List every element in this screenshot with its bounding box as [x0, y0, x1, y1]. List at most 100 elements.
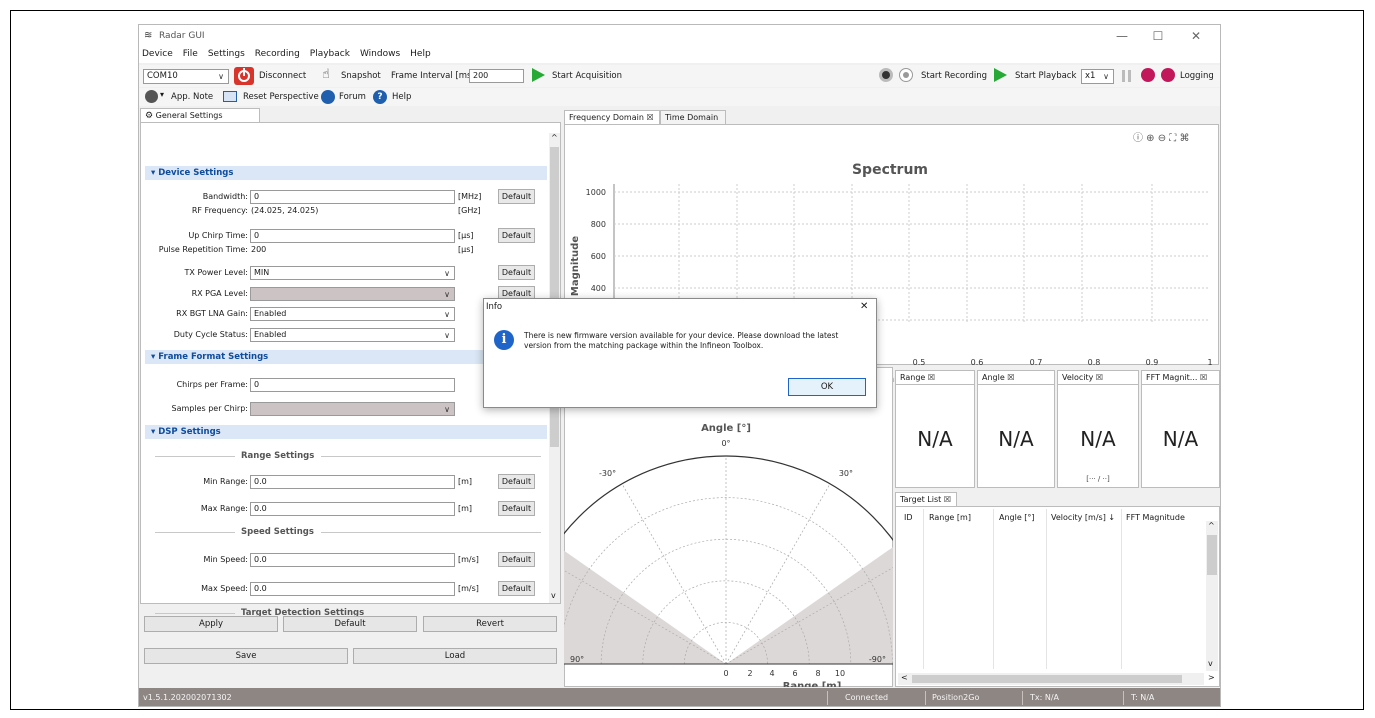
target-list-hscroll[interactable]	[898, 673, 1204, 685]
dialog-ok-button[interactable]: OK	[788, 378, 866, 396]
menu-settings[interactable]: Settings	[208, 49, 245, 59]
default-button[interactable]: Default	[283, 616, 417, 632]
forum-button[interactable]: Forum	[339, 92, 366, 102]
target-list-thumb[interactable]	[1207, 535, 1217, 575]
col-range[interactable]: Range [m]	[929, 513, 971, 522]
up-chirp-default-button[interactable]: Default	[498, 228, 535, 243]
start-recording-button[interactable]: Start Recording	[921, 71, 987, 81]
menu-windows[interactable]: Windows	[360, 49, 400, 59]
minimize-button[interactable]: —	[1107, 29, 1137, 43]
tab-velocity-card[interactable]: Velocity ☒	[1057, 370, 1139, 384]
tab-angle-card[interactable]: Angle ☒	[977, 370, 1055, 384]
min-range-label: Min Range:	[203, 477, 248, 486]
duty-cycle-select[interactable]: Enabled	[250, 328, 455, 342]
menu-playback[interactable]: Playback	[310, 49, 350, 59]
duty-cycle-value: Enabled	[254, 330, 287, 339]
reset-perspective-button[interactable]: Reset Perspective	[243, 92, 319, 102]
record-icon[interactable]	[899, 68, 913, 82]
globe-icon[interactable]	[321, 90, 335, 104]
menu-file[interactable]: File	[183, 49, 198, 59]
tx-power-default-button[interactable]: Default	[498, 265, 535, 280]
menu-help[interactable]: Help	[410, 49, 431, 59]
menu-recording[interactable]: Recording	[255, 49, 300, 59]
logging-button[interactable]: Logging	[1180, 71, 1214, 81]
up-chirp-input[interactable]: 0	[250, 229, 455, 243]
chevron-down-icon[interactable]: ▾	[160, 90, 164, 99]
port-select[interactable]: COM10	[143, 69, 229, 84]
close-button[interactable]: ✕	[1181, 29, 1211, 43]
scroll-up-icon[interactable]: ^	[1208, 521, 1215, 530]
chart-title: Spectrum	[852, 162, 928, 178]
playback-icon[interactable]	[994, 68, 1007, 82]
disconnect-button[interactable]: Disconnect	[259, 71, 306, 81]
tx-power-select[interactable]: MIN	[250, 266, 455, 280]
col-fft[interactable]: FFT Magnitude	[1126, 513, 1185, 522]
tab-frequency-domain[interactable]: Frequency Domain ☒	[564, 110, 660, 124]
tab-fft-card[interactable]: FFT Magnit... ☒	[1141, 370, 1220, 384]
camera-icon[interactable]	[1161, 68, 1175, 82]
speed-settings-title: Speed Settings	[241, 527, 314, 537]
tab-target-list[interactable]: Target List ☒	[895, 492, 957, 506]
col-velocity[interactable]: Velocity [m/s] ↓	[1051, 513, 1115, 522]
pdf-icon[interactable]	[1141, 68, 1155, 82]
scroll-left-icon[interactable]: <	[901, 673, 908, 682]
playback-speed-select[interactable]: x1	[1081, 69, 1114, 84]
tab-general-settings[interactable]: ⚙ General Settings	[140, 108, 260, 122]
status-separator	[1022, 691, 1023, 705]
samples-per-chirp-select[interactable]	[250, 402, 455, 416]
max-speed-input[interactable]: 0.0	[250, 582, 455, 596]
maximize-button[interactable]: ☐	[1143, 29, 1173, 43]
hand-icon[interactable]: ☝	[322, 67, 330, 82]
save-button[interactable]: Save	[144, 648, 348, 664]
start-acquisition-button[interactable]: Start Acquisition	[552, 71, 622, 81]
frame-interval-input[interactable]: 200	[469, 69, 524, 83]
tab-time-domain[interactable]: Time Domain	[660, 110, 726, 124]
max-range-default-button[interactable]: Default	[498, 501, 535, 516]
document-icon[interactable]	[145, 90, 158, 103]
help-button[interactable]: Help	[392, 92, 411, 102]
dsp-settings-header[interactable]: ▾ DSP Settings	[145, 425, 547, 439]
tab-range-card[interactable]: Range ☒	[895, 370, 975, 384]
device-settings-header[interactable]: ▾ Device Settings	[145, 166, 547, 180]
col-id[interactable]: ID	[904, 513, 913, 522]
version-label: v1.5.1.202002071302	[143, 693, 232, 702]
app-note-button[interactable]: App. Note	[171, 92, 213, 102]
rx-lna-gain-select[interactable]: Enabled	[250, 307, 455, 321]
scroll-down-icon[interactable]: v	[1208, 659, 1213, 668]
target-list-hthumb[interactable]	[912, 675, 1182, 683]
dialog-close-button[interactable]: ✕	[860, 301, 868, 312]
scroll-down-icon[interactable]: v	[551, 591, 556, 600]
range-card-value: N/A	[917, 427, 953, 451]
min-speed-input[interactable]: 0.0	[250, 553, 455, 567]
play-icon[interactable]	[532, 68, 545, 82]
apply-button[interactable]: Apply	[144, 616, 278, 632]
perspective-icon[interactable]	[223, 91, 237, 102]
target-list-vscroll[interactable]	[1206, 521, 1218, 671]
rx-pga-select[interactable]	[250, 287, 455, 301]
port-value: COM10	[147, 71, 178, 81]
power-icon[interactable]	[234, 67, 254, 85]
max-speed-default-button[interactable]: Default	[498, 581, 535, 596]
min-range-input[interactable]: 0.0	[250, 475, 455, 489]
chirps-per-frame-input[interactable]: 0	[250, 378, 455, 392]
menu-device[interactable]: Device	[142, 49, 173, 59]
load-button[interactable]: Load	[353, 648, 557, 664]
revert-button[interactable]: Revert	[423, 616, 557, 632]
scroll-up-icon[interactable]: ^	[551, 133, 558, 142]
pause-icon[interactable]	[1122, 70, 1131, 82]
record-settings-icon[interactable]	[879, 68, 893, 82]
help-icon[interactable]: ?	[373, 90, 387, 104]
bandwidth-default-button[interactable]: Default	[498, 189, 535, 204]
max-range-input[interactable]: 0.0	[250, 502, 455, 516]
scroll-right-icon[interactable]: >	[1208, 673, 1215, 682]
start-playback-button[interactable]: Start Playback	[1015, 71, 1076, 81]
frame-interval-value: 200	[473, 71, 489, 80]
min-range-default-button[interactable]: Default	[498, 474, 535, 489]
x-tick-label: 0.5	[913, 358, 926, 367]
col-angle[interactable]: Angle [°]	[999, 513, 1035, 522]
bandwidth-input[interactable]: 0	[250, 190, 455, 204]
snapshot-button[interactable]: Snapshot	[341, 71, 381, 81]
device-settings-title: Device Settings	[158, 168, 234, 178]
angle-label: -90°	[869, 655, 886, 664]
min-speed-default-button[interactable]: Default	[498, 552, 535, 567]
